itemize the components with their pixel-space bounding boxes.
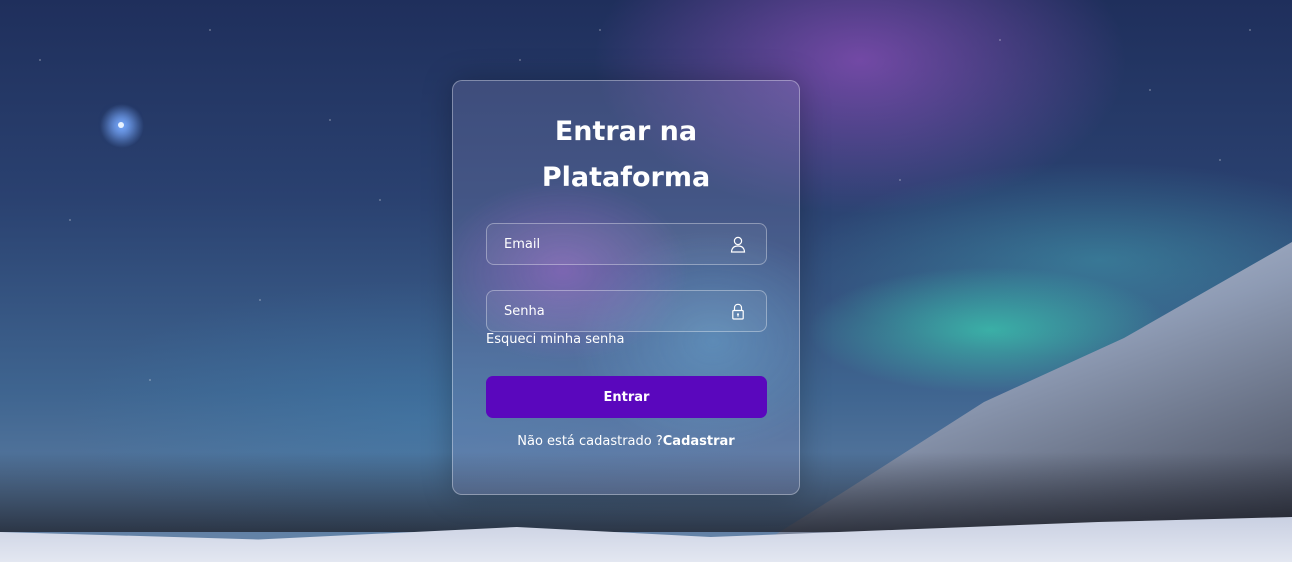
login-card: Entrar na Plataforma Esqueci minha senha… <box>452 80 800 495</box>
user-icon <box>730 236 746 253</box>
signup-prompt: Não está cadastrado ?Cadastrar <box>453 434 799 449</box>
login-title-line1: Entrar na <box>554 116 698 147</box>
forgot-password-link[interactable]: Esqueci minha senha <box>486 332 624 347</box>
signup-prompt-text: Não está cadastrado ? <box>517 434 663 449</box>
password-field-wrapper <box>486 290 767 332</box>
bright-star <box>118 122 124 128</box>
signup-link[interactable]: Cadastrar <box>663 434 735 449</box>
password-input[interactable] <box>487 291 717 331</box>
login-button[interactable]: Entrar <box>486 376 767 418</box>
login-title-line2: Plataforma <box>541 162 711 193</box>
email-input[interactable] <box>487 224 717 264</box>
login-title: Entrar na Plataforma <box>453 109 799 201</box>
email-field-wrapper <box>486 223 767 265</box>
lock-icon <box>732 303 744 320</box>
